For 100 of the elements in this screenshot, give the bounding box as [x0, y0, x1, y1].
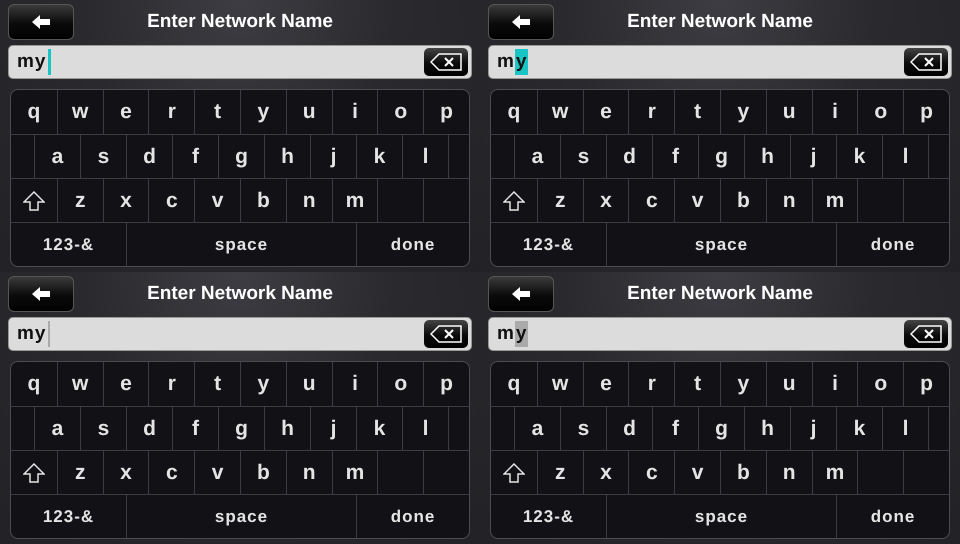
text-field[interactable]: my: [488, 317, 952, 351]
letter-key[interactable]: n: [286, 451, 332, 494]
letter-key[interactable]: o: [857, 90, 904, 134]
keyboard-key[interactable]: done: [356, 495, 469, 538]
back-button[interactable]: [488, 4, 554, 40]
letter-key[interactable]: i: [332, 362, 378, 406]
letter-key[interactable]: n: [766, 451, 812, 494]
letter-key[interactable]: t: [674, 90, 720, 134]
letter-key[interactable]: z: [56, 451, 103, 494]
letter-key[interactable]: p: [423, 90, 469, 134]
letter-key[interactable]: t: [674, 362, 720, 406]
letter-key[interactable]: v: [194, 179, 240, 222]
letter-key[interactable]: m: [332, 451, 378, 494]
letter-key[interactable]: j: [790, 135, 836, 178]
letter-key[interactable]: a: [34, 407, 80, 450]
letter-key[interactable]: f: [172, 135, 218, 178]
keyboard-key[interactable]: done: [356, 223, 469, 266]
letter-key[interactable]: v: [674, 451, 720, 494]
letter-key[interactable]: z: [56, 179, 103, 222]
letter-key[interactable]: g: [218, 407, 264, 450]
letter-key[interactable]: b: [720, 179, 766, 222]
letter-key[interactable]: r: [628, 90, 674, 134]
letter-key[interactable]: y: [240, 362, 286, 406]
letter-key[interactable]: r: [148, 90, 194, 134]
letter-key[interactable]: x: [102, 179, 148, 222]
backspace-button[interactable]: [424, 320, 468, 348]
letter-key[interactable]: e: [102, 362, 148, 406]
letter-key[interactable]: d: [126, 135, 172, 178]
letter-key[interactable]: c: [628, 179, 674, 222]
letter-key[interactable]: o: [377, 90, 424, 134]
letter-key[interactable]: z: [536, 179, 583, 222]
letter-key[interactable]: i: [812, 362, 858, 406]
letter-key[interactable]: g: [218, 135, 264, 178]
text-field[interactable]: my: [488, 45, 952, 79]
letter-key[interactable]: v: [674, 179, 720, 222]
letter-key[interactable]: q: [491, 90, 537, 134]
letter-key[interactable]: h: [264, 407, 310, 450]
letter-key[interactable]: t: [194, 362, 240, 406]
letter-key[interactable]: l: [402, 407, 448, 450]
letter-key[interactable]: q: [11, 362, 57, 406]
letter-key[interactable]: c: [148, 451, 194, 494]
letter-key[interactable]: s: [560, 407, 606, 450]
letter-key[interactable]: k: [836, 135, 882, 178]
letter-key[interactable]: l: [882, 135, 928, 178]
letter-key[interactable]: x: [582, 179, 628, 222]
letter-key[interactable]: l: [402, 135, 448, 178]
letter-key[interactable]: a: [514, 135, 560, 178]
letter-key[interactable]: a: [514, 407, 560, 450]
keyboard-key[interactable]: 123-&: [491, 223, 606, 266]
letter-key[interactable]: o: [857, 362, 904, 406]
letter-key[interactable]: p: [423, 362, 469, 406]
back-button[interactable]: [488, 276, 554, 312]
letter-key[interactable]: h: [744, 407, 790, 450]
letter-key[interactable]: m: [812, 179, 858, 222]
letter-key[interactable]: u: [766, 90, 812, 134]
letter-key[interactable]: y: [720, 362, 766, 406]
letter-key[interactable]: i: [332, 90, 378, 134]
keyboard-key[interactable]: 123-&: [11, 495, 126, 538]
letter-key[interactable]: w: [56, 90, 103, 134]
letter-key[interactable]: p: [903, 90, 949, 134]
letter-key[interactable]: o: [377, 362, 424, 406]
letter-key[interactable]: d: [606, 135, 652, 178]
letter-key[interactable]: i: [812, 90, 858, 134]
letter-key[interactable]: w: [536, 362, 583, 406]
letter-key[interactable]: d: [126, 407, 172, 450]
letter-key[interactable]: j: [790, 407, 836, 450]
keyboard-key[interactable]: done: [836, 495, 949, 538]
keyboard-key[interactable]: space: [606, 223, 836, 266]
letter-key[interactable]: j: [310, 407, 356, 450]
letter-key[interactable]: v: [194, 451, 240, 494]
letter-key[interactable]: m: [812, 451, 858, 494]
letter-key[interactable]: e: [102, 90, 148, 134]
keyboard-key[interactable]: space: [606, 495, 836, 538]
letter-key[interactable]: n: [286, 179, 332, 222]
letter-key[interactable]: t: [194, 90, 240, 134]
letter-key[interactable]: e: [582, 362, 628, 406]
letter-key[interactable]: b: [720, 451, 766, 494]
text-field[interactable]: my: [8, 317, 472, 351]
letter-key[interactable]: c: [628, 451, 674, 494]
letter-key[interactable]: h: [744, 135, 790, 178]
letter-key[interactable]: k: [356, 135, 402, 178]
letter-key[interactable]: p: [903, 362, 949, 406]
backspace-button[interactable]: [424, 48, 468, 76]
letter-key[interactable]: b: [240, 451, 286, 494]
letter-key[interactable]: s: [560, 135, 606, 178]
letter-key[interactable]: n: [766, 179, 812, 222]
letter-key[interactable]: b: [240, 179, 286, 222]
letter-key[interactable]: k: [356, 407, 402, 450]
letter-key[interactable]: x: [582, 451, 628, 494]
backspace-button[interactable]: [904, 48, 948, 76]
letter-key[interactable]: y: [240, 90, 286, 134]
letter-key[interactable]: k: [836, 407, 882, 450]
letter-key[interactable]: f: [652, 135, 698, 178]
back-button[interactable]: [8, 4, 74, 40]
letter-key[interactable]: u: [766, 362, 812, 406]
letter-key[interactable]: w: [56, 362, 103, 406]
letter-key[interactable]: a: [34, 135, 80, 178]
keyboard-key[interactable]: 123-&: [11, 223, 126, 266]
letter-key[interactable]: m: [332, 179, 378, 222]
letter-key[interactable]: j: [310, 135, 356, 178]
